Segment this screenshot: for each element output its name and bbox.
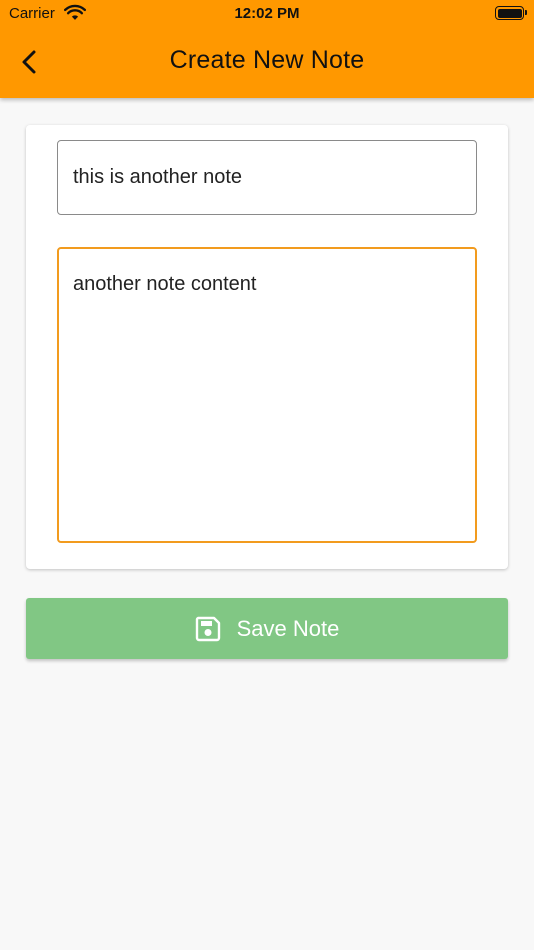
save-note-button[interactable]: Save Note: [26, 598, 508, 659]
status-time: 12:02 PM: [234, 5, 300, 22]
note-form-card: another note content: [26, 125, 508, 569]
save-icon: [195, 616, 221, 642]
note-title-input[interactable]: [57, 140, 477, 215]
save-note-label: Save Note: [236, 615, 340, 641]
status-bar: Carrier 12:02 PM: [0, 0, 534, 28]
battery-icon: [495, 6, 527, 20]
app-bar: Carrier 12:02 PM Create New Note: [0, 0, 534, 98]
page-title: Create New Note: [169, 46, 365, 74]
note-content-input[interactable]: another note content: [57, 247, 477, 543]
